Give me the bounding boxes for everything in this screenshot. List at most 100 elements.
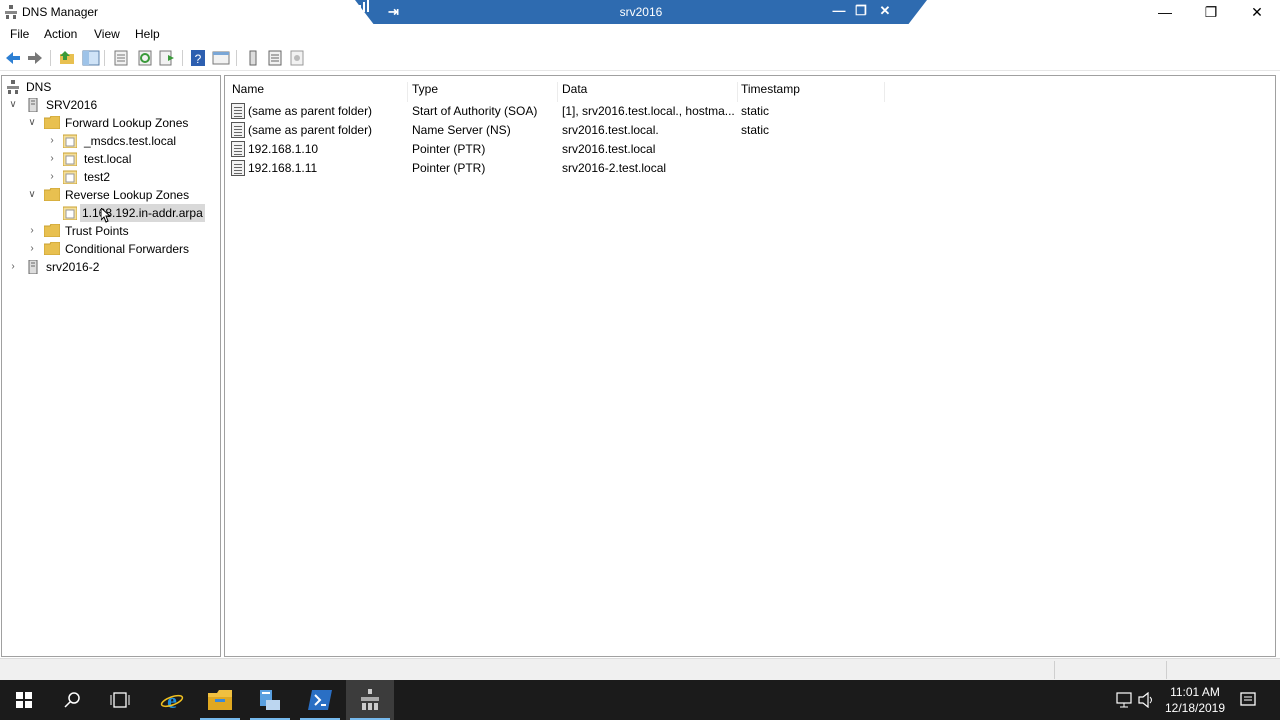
taskbar-internet-explorer[interactable]: e [148,680,196,720]
menu-action[interactable]: Action [44,27,77,41]
clock-time: 11:01 AM [1170,685,1220,699]
svg-text:?: ? [195,52,202,66]
folder-icon [44,116,60,129]
chevron-right-icon[interactable]: › [47,132,57,150]
menu-help[interactable]: Help [135,27,160,41]
tree-label: test2 [84,170,111,184]
toolbar-separator [182,50,183,66]
close-button[interactable]: ✕ [1234,0,1280,24]
zone-icon [63,134,77,148]
record-icon [231,160,245,176]
column-header-name[interactable]: Name [232,82,408,102]
export-list-icon[interactable] [158,49,176,67]
record-row[interactable]: 192.168.1.11 Pointer (PTR) srv2016-2.tes… [229,159,889,178]
server-icon [28,260,38,274]
svg-text:e: e [167,688,177,712]
action-center-icon[interactable] [1240,692,1256,708]
folder-icon [44,224,60,237]
tree-label: Forward Lookup Zones [65,116,189,130]
zone-icon [63,206,77,220]
minimize-button[interactable]: — [1142,0,1188,24]
volume-icon[interactable] [1138,692,1156,708]
help-icon[interactable]: ? [189,49,207,67]
tree-label: 1.168.192.in-addr.arpa [80,204,205,222]
search-button[interactable] [48,680,96,720]
chevron-right-icon[interactable]: › [47,168,57,186]
rdp-close-button[interactable]: ✕ [877,3,893,19]
record-name: (same as parent folder) [248,104,373,118]
record-list-icon[interactable] [266,49,284,67]
column-header-data[interactable]: Data [562,82,738,102]
refresh-icon[interactable] [136,49,154,67]
task-view-button[interactable] [96,680,144,720]
taskbar-server-manager[interactable] [246,680,294,720]
system-clock[interactable]: 11:01 AM 12/18/2019 [1160,684,1230,716]
menu-bar: File Action View Help [0,24,1280,44]
folder-icon [44,188,60,201]
status-divider [1166,661,1167,679]
chevron-right-icon[interactable]: › [8,258,18,276]
start-button[interactable] [0,680,48,720]
tree-label: test.local [84,152,132,166]
toolbar: ? [0,45,1280,71]
back-icon[interactable] [4,49,22,67]
record-icon [231,122,245,138]
record-row[interactable]: (same as parent folder) Start of Authori… [229,102,889,121]
windows-logo-icon [16,692,32,708]
record-data: [1], srv2016.test.local., hostma... [562,104,735,118]
record-type: Name Server (NS) [412,123,511,137]
internet-explorer-icon: e [160,688,184,712]
tree-label: Reverse Lookup Zones [65,188,190,202]
zone-record-icon[interactable] [288,49,306,67]
window-title: DNS Manager [22,5,99,19]
network-icon[interactable] [1114,692,1132,708]
rdp-minimize-button[interactable]: — [831,3,847,18]
record-name: (same as parent folder) [248,123,373,137]
chevron-right-icon[interactable]: › [27,222,37,240]
chevron-right-icon[interactable]: › [27,240,37,258]
record-timestamp: static [741,123,770,137]
server-icon[interactable] [244,49,262,67]
restore-button[interactable]: ❐ [1188,0,1234,24]
menu-view[interactable]: View [94,27,120,41]
record-icon [231,103,245,119]
zone-icon [63,170,77,184]
action-pane-icon[interactable] [212,49,230,67]
record-type: Pointer (PTR) [412,161,486,175]
up-folder-icon[interactable] [58,49,76,67]
dns-icon [7,80,19,94]
record-name: 192.168.1.11 [248,161,318,175]
chevron-down-icon[interactable]: ∨ [27,114,37,132]
chevron-down-icon[interactable]: ∨ [27,186,37,204]
chevron-right-icon[interactable]: › [47,150,57,168]
record-row[interactable]: (same as parent folder) Name Server (NS)… [229,121,889,140]
server-manager-icon [260,690,280,710]
show-hide-tree-icon[interactable] [82,49,100,67]
taskbar: e 11:01 AM 12/18/2019 [0,680,1280,720]
task-view-icon [110,692,130,708]
record-icon [231,141,245,157]
properties-icon[interactable] [112,49,130,67]
taskbar-dns-manager[interactable] [346,680,394,720]
column-header-type[interactable]: Type [412,82,558,102]
tree-label: srv2016-2 [46,260,100,274]
chevron-down-icon[interactable]: ∨ [8,96,18,114]
forward-icon[interactable] [26,49,44,67]
record-row[interactable]: 192.168.1.10 Pointer (PTR) srv2016.test.… [229,140,889,159]
taskbar-file-explorer[interactable] [196,680,244,720]
file-explorer-icon [208,690,232,710]
records-list: Name Type Data Timestamp (same as parent… [224,75,1276,657]
zone-icon [63,152,77,166]
tree-label: Trust Points [65,224,129,238]
search-icon [64,692,80,708]
tree-label: _msdcs.test.local [84,134,177,148]
menu-file[interactable]: File [10,27,29,41]
column-header-timestamp[interactable]: Timestamp [741,82,885,102]
taskbar-powershell[interactable] [296,680,344,720]
status-divider [1054,661,1055,679]
rdp-restore-button[interactable]: ❐ [853,3,869,19]
record-data: srv2016-2.test.local [562,161,667,175]
status-bar [0,658,1280,680]
dns-app-icon [361,689,379,710]
record-data: srv2016.test.local. [562,123,659,137]
